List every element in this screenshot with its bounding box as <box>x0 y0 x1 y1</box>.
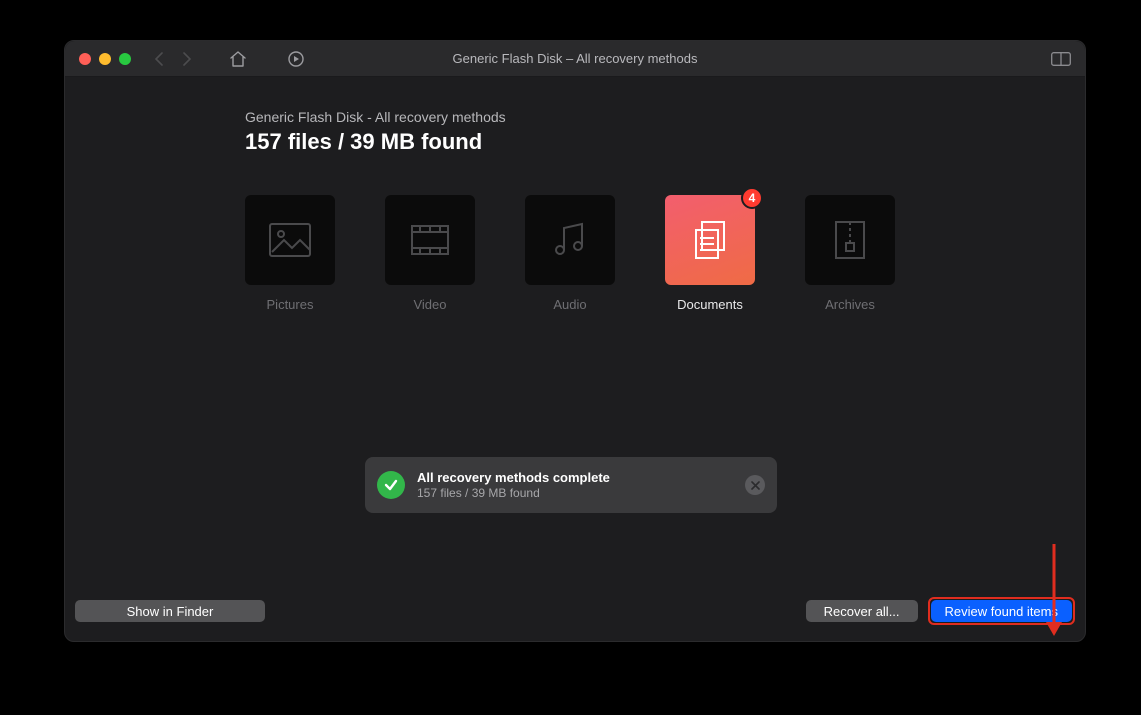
category-label: Pictures <box>267 297 314 312</box>
category-label: Video <box>413 297 446 312</box>
close-window-button[interactable] <box>79 53 91 65</box>
toast-close-button[interactable] <box>745 475 765 495</box>
scan-source-label: Generic Flash Disk - All recovery method… <box>245 109 1085 125</box>
traffic-lights <box>79 53 131 65</box>
review-found-items-button[interactable]: Review found items <box>931 600 1072 622</box>
sidebar-toggle-icon[interactable] <box>1051 52 1071 66</box>
home-button[interactable] <box>229 51 247 67</box>
category-documents[interactable]: 4 Documents <box>665 195 755 312</box>
category-audio[interactable]: Audio <box>525 195 615 312</box>
footer-bar: Show in Finder Recover all... Review fou… <box>65 591 1085 641</box>
film-icon <box>408 222 452 258</box>
completion-toast: All recovery methods complete 157 files … <box>365 457 777 513</box>
scan-result-summary: 157 files / 39 MB found <box>245 129 1085 155</box>
archive-icon <box>833 219 867 261</box>
category-badge: 4 <box>741 187 763 209</box>
back-button[interactable] <box>155 52 164 66</box>
checkmark-icon <box>377 471 405 499</box>
forward-button[interactable] <box>182 52 191 66</box>
fullscreen-window-button[interactable] <box>119 53 131 65</box>
category-label: Documents <box>677 297 743 312</box>
show-in-finder-button[interactable]: Show in Finder <box>75 600 265 622</box>
category-label: Audio <box>553 297 586 312</box>
content-area: Generic Flash Disk - All recovery method… <box>65 77 1085 591</box>
scan-summary-header: Generic Flash Disk - All recovery method… <box>245 109 1085 155</box>
recover-all-button[interactable]: Recover all... <box>806 600 918 622</box>
category-video[interactable]: Video <box>385 195 475 312</box>
minimize-window-button[interactable] <box>99 53 111 65</box>
category-list: Pictures Video <box>245 195 1085 312</box>
category-pictures[interactable]: Pictures <box>245 195 335 312</box>
annotation-highlight: Review found items <box>928 597 1075 625</box>
music-icon <box>550 220 590 260</box>
app-window: Generic Flash Disk – All recovery method… <box>64 40 1086 642</box>
nav-buttons <box>155 50 305 68</box>
toast-title: All recovery methods complete <box>417 470 733 485</box>
category-archives[interactable]: Archives <box>805 195 895 312</box>
image-icon <box>268 222 312 258</box>
recover-session-button[interactable] <box>287 50 305 68</box>
category-label: Archives <box>825 297 875 312</box>
titlebar: Generic Flash Disk – All recovery method… <box>65 41 1085 77</box>
documents-icon <box>686 216 734 264</box>
toast-subtitle: 157 files / 39 MB found <box>417 486 733 500</box>
